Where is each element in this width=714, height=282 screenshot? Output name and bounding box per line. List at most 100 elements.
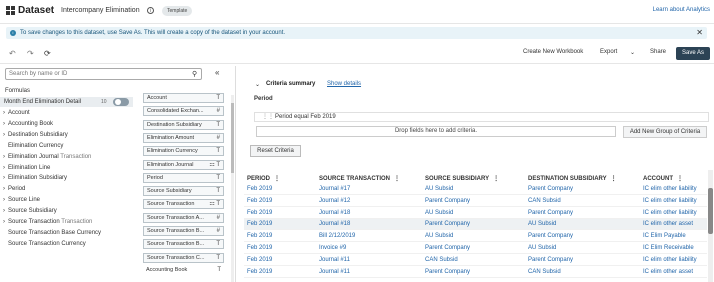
tree-item[interactable]: › Source Line [3, 197, 40, 203]
table-cell[interactable]: Parent Company [528, 186, 573, 192]
tree-item[interactable]: Elimination Currency [3, 143, 63, 149]
table-cell[interactable]: Bill 2/12/2019 [319, 233, 355, 239]
tree-item[interactable]: Source Transaction Currency [3, 241, 86, 247]
table-cell[interactable]: Feb 2019 [247, 198, 272, 204]
table-row[interactable] [244, 267, 707, 278]
tree-item[interactable]: › Period [3, 186, 25, 192]
field-chip[interactable]: Elimination Amount # [143, 132, 224, 143]
column-header[interactable]: DESTINATION SUBSIDIARY ⋮ [528, 175, 617, 182]
column-header[interactable]: SOURCE SUBSIDIARY ⋮ [425, 175, 499, 182]
field-chip[interactable]: Source Subsidiary T [143, 186, 224, 197]
table-cell[interactable]: AU Subsid [528, 221, 556, 227]
table-cell[interactable]: IC Elim Payable [643, 233, 686, 239]
search-input[interactable]: Search by name or ID [5, 68, 202, 80]
field-chip[interactable]: Consolidated Exchan... # [143, 106, 224, 117]
table-row[interactable] [244, 208, 707, 219]
table-cell[interactable]: Feb 2019 [247, 257, 272, 263]
table-row[interactable] [244, 184, 707, 195]
export-button[interactable]: Export [600, 49, 617, 55]
field-chip[interactable]: Accounting Book T [143, 265, 224, 276]
table-cell[interactable]: CAN Subsid [528, 198, 561, 204]
table-cell[interactable]: Parent Company [528, 257, 573, 263]
table-cell[interactable]: Journal #18 [319, 221, 350, 227]
table-cell[interactable]: AU Subsid [425, 186, 453, 192]
field-chip[interactable]: Elimination Journal ⚏ T [143, 159, 224, 170]
tree-item[interactable]: › Elimination Journal Transaction [3, 154, 91, 160]
table-scrollbar[interactable] [708, 170, 713, 282]
column-header[interactable]: SOURCE TRANSACTION ⋮ [319, 175, 400, 182]
record-toggle[interactable] [113, 98, 129, 106]
table-cell[interactable]: IC elim other asset [643, 221, 693, 227]
table-cell[interactable]: Journal #17 [319, 186, 350, 192]
field-chip[interactable]: Elimination Currency T [143, 146, 224, 157]
table-cell[interactable]: IC elim other liability [643, 198, 697, 204]
table-cell[interactable]: IC elim other liability [643, 257, 697, 263]
reset-criteria-button[interactable]: Reset Criteria [250, 145, 301, 157]
save-as-button[interactable]: Save As [676, 47, 710, 60]
collapse-panel-icon[interactable]: « [215, 68, 219, 77]
add-criteria-group-button[interactable]: Add New Group of Criteria [623, 126, 707, 138]
formulas-label[interactable]: Formulas [5, 88, 30, 94]
column-menu-icon[interactable]: ⋮ [274, 176, 280, 182]
undo-icon[interactable]: ↶ [9, 49, 16, 58]
table-cell[interactable]: Feb 2019 [247, 233, 272, 239]
table-cell[interactable]: AU Subsid [425, 210, 453, 216]
table-cell[interactable]: IC Elim Receivable [643, 245, 694, 251]
search-icon[interactable]: ⚲ [192, 70, 197, 78]
collapse-criteria-icon[interactable]: ⌄ [255, 81, 260, 88]
table-cell[interactable]: Parent Company [425, 245, 470, 251]
chevron-down-icon[interactable]: ⌄ [630, 49, 635, 56]
tree-item[interactable]: Source Transaction Base Currency [3, 230, 101, 236]
table-row[interactable] [244, 255, 707, 266]
table-row[interactable] [244, 231, 707, 243]
column-menu-icon[interactable]: ⋮ [493, 176, 499, 182]
column-menu-icon[interactable]: ⋮ [611, 176, 617, 182]
table-cell[interactable]: IC elim other liability [643, 210, 697, 216]
table-cell[interactable]: Feb 2019 [247, 245, 272, 251]
redo-icon[interactable]: ↷ [27, 49, 34, 58]
drag-handle-icon[interactable]: ⋮⋮ [262, 113, 274, 120]
field-chip[interactable]: Source Transaction C... T [143, 252, 224, 263]
table-cell[interactable]: IC elim other liability [643, 186, 697, 192]
table-cell[interactable]: Journal #12 [319, 198, 350, 204]
table-cell[interactable]: Journal #11 [319, 269, 350, 275]
create-workbook-button[interactable]: Create New Workbook [523, 49, 583, 55]
field-list-scrollbar[interactable] [231, 95, 234, 282]
tree-item[interactable]: › Source Transaction Transaction [3, 219, 92, 225]
refresh-icon[interactable]: ⟳ [44, 49, 51, 58]
column-header[interactable]: ACCOUNT ⋮ [643, 175, 683, 182]
column-menu-icon[interactable]: ⋮ [394, 176, 400, 182]
tree-item[interactable]: › Elimination Line [3, 165, 50, 171]
table-cell[interactable]: Feb 2019 [247, 269, 272, 275]
table-cell[interactable]: AU Subsid [425, 233, 453, 239]
close-icon[interactable]: ✕ [696, 28, 703, 37]
field-chip[interactable]: Source Transaction A... # [143, 212, 224, 223]
table-cell[interactable]: Parent Company [425, 198, 470, 204]
table-cell[interactable]: Journal #18 [319, 210, 350, 216]
table-cell[interactable]: Journal #11 [319, 257, 350, 263]
field-chip[interactable]: Period T [143, 172, 224, 183]
table-row[interactable] [244, 196, 707, 207]
table-cell[interactable]: Feb 2019 [247, 186, 272, 192]
tree-item[interactable]: › Account [3, 110, 30, 116]
table-cell[interactable]: Feb 2019 [247, 221, 272, 227]
table-cell[interactable]: AU Subsid [528, 245, 556, 251]
tree-item[interactable]: › Accounting Book [3, 121, 53, 127]
info-icon[interactable]: i [147, 7, 154, 14]
field-chip[interactable]: Source Transaction B... T [143, 239, 224, 250]
column-menu-icon[interactable]: ⋮ [677, 176, 683, 182]
field-chip[interactable]: Source Transaction ⚏ T [143, 199, 224, 210]
learn-link[interactable]: Learn about Analytics [653, 7, 710, 13]
table-cell[interactable]: Parent Company [528, 233, 573, 239]
field-chip[interactable]: Destination Subsidiary T [143, 119, 224, 130]
field-chip[interactable]: Source Transaction B... # [143, 226, 224, 236]
tree-item[interactable]: › Destination Subsidiary [3, 132, 68, 138]
criteria-drop-zone[interactable]: Drop fields here to add criteria. [256, 126, 616, 137]
table-cell[interactable]: Feb 2019 [247, 210, 272, 216]
table-row[interactable] [244, 219, 707, 231]
show-details-link[interactable]: Show details [327, 81, 361, 87]
tree-item[interactable]: › Elimination Subsidiary [3, 175, 67, 181]
table-cell[interactable]: Parent Company [425, 221, 470, 227]
period-filter[interactable]: Period equal Feb 2019 [275, 114, 336, 120]
field-chip[interactable]: Account T [143, 93, 224, 103]
